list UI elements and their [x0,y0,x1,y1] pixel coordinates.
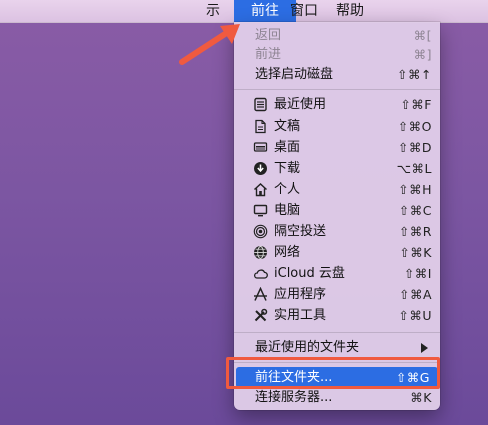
menu-item-label: iCloud 云盘 [274,266,345,281]
menu-item-shortcut: ⌘K [410,390,432,405]
menu-item-icloud-drive[interactable]: iCloud 云盘 ⇧⌘I [234,263,440,284]
menu-window[interactable]: 窗口 [282,0,326,22]
menu-item-downloads[interactable]: 下载 ⌥⌘L [234,158,440,179]
desktop-icon [253,142,268,152]
menu-item-shortcut: ⇧⌘↑ [397,67,432,82]
menu-item-shortcut: ⇧⌘C [398,203,432,218]
menu-item-utilities[interactable]: 实用工具 ⇧⌘U [234,305,440,326]
go-menu-dropdown: 返回 ⌘[ 前进 ⌘] 选择启动磁盘 ⇧⌘↑ 最近使用 ⇧⌘F 文稿 ⇧⌘O 桌… [234,22,440,410]
menu-separator [234,89,440,90]
menu-item-documents[interactable]: 文稿 ⇧⌘O [234,116,440,137]
menu-item-shortcut: ⌘] [413,47,432,62]
menu-item-label: 最近使用的文件夹 [255,340,360,355]
menu-item-shortcut: ⇧⌘F [400,97,432,112]
menu-separator [234,332,440,333]
airdrop-icon [253,224,268,239]
menu-item-shortcut: ⇧⌘I [403,266,432,281]
utilities-icon [254,308,268,322]
submenu-arrow-icon [421,343,428,353]
menu-item-shortcut: ⌥⌘L [396,161,432,176]
menu-item-label: 应用程序 [274,287,327,302]
menu-item-label: 最近使用 [274,97,327,112]
menu-item-home[interactable]: 个人 ⇧⌘H [234,179,440,200]
applications-icon [254,287,267,301]
menu-item-label: 实用工具 [274,308,327,323]
annotation-arrow-icon [179,24,240,65]
menu-item-label: 隔空投送 [274,224,327,239]
menu-item-label: 桌面 [274,140,301,155]
menu-item-network[interactable]: 网络 ⇧⌘K [234,242,440,263]
menu-item-shortcut: ⇧⌘H [398,182,432,197]
menu-item-recent-folders[interactable]: 最近使用的文件夹 [234,337,440,358]
menu-item-computer[interactable]: 电脑 ⇧⌘C [234,200,440,221]
menu-item-shortcut: ⇧⌘A [398,287,432,302]
menu-item-label: 电脑 [274,203,301,218]
downloads-icon [254,162,267,175]
menu-item-back[interactable]: 返回 ⌘[ [234,25,440,46]
menu-item-label: 返回 [255,28,282,43]
home-icon [253,182,268,197]
menu-item-label: 网络 [274,245,301,260]
menu-help[interactable]: 帮助 [328,0,372,22]
menu-item-label: 下载 [274,161,301,176]
menu-item-label: 选择启动磁盘 [255,67,334,82]
menu-item-shortcut: ⇧⌘O [397,119,432,134]
menu-item-shortcut: ⇧⌘D [397,140,432,155]
network-icon [254,246,267,259]
menu-item-label: 文稿 [274,119,301,134]
menu-item-shortcut: ⇧⌘U [398,308,432,323]
menu-item-shortcut: ⇧⌘R [398,224,432,239]
menu-item-shortcut: ⇧⌘K [399,245,432,260]
icloud-icon [254,269,268,279]
menu-item-startup-disk[interactable]: 选择启动磁盘 ⇧⌘↑ [234,64,440,85]
menu-item-forward[interactable]: 前进 ⌘] [234,44,440,65]
recents-icon [254,97,267,112]
menu-item-label: 前进 [255,47,282,62]
computer-icon [253,204,268,217]
annotation-highlight-box [226,357,440,389]
menu-item-shortcut: ⌘[ [413,28,432,43]
documents-icon [255,119,266,134]
menu-item-applications[interactable]: 应用程序 ⇧⌘A [234,284,440,305]
menu-item-connect-server[interactable]: 连接服务器... ⌘K [234,387,440,408]
menu-item-desktop[interactable]: 桌面 ⇧⌘D [234,137,440,158]
menu-item-label: 个人 [274,182,301,197]
menu-item-label: 连接服务器... [255,390,333,405]
menu-item-recents[interactable]: 最近使用 ⇧⌘F [234,94,440,115]
menu-item-airdrop[interactable]: 隔空投送 ⇧⌘R [234,221,440,242]
